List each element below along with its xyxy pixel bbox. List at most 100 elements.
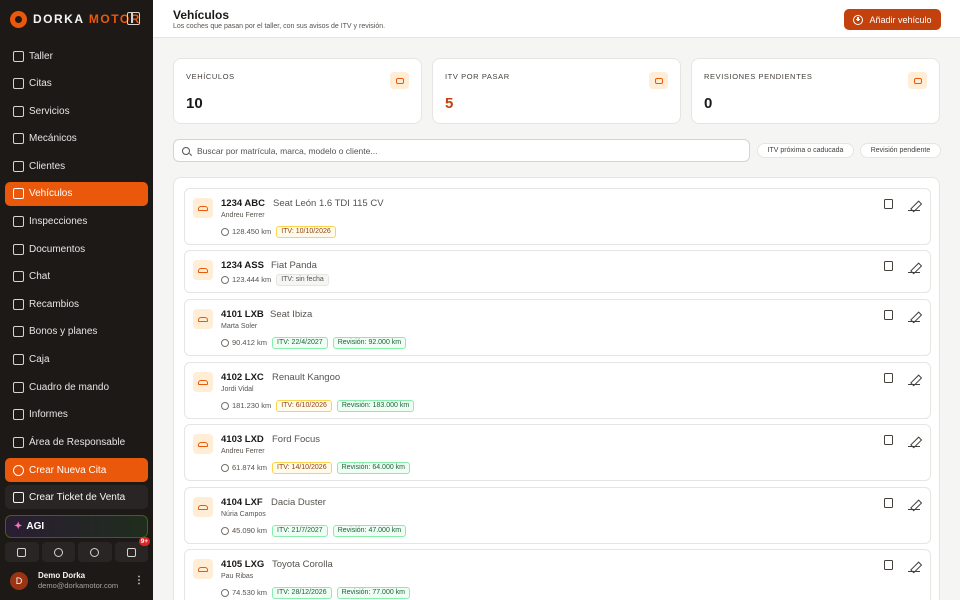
document-edit-icon[interactable] [884, 199, 893, 209]
sparkles-icon: ✦ [14, 521, 23, 532]
document-edit-icon[interactable] [884, 261, 893, 271]
itv-badge: ITV: sin fecha [276, 273, 329, 286]
vehicle-card[interactable]: 1234 ABC Seat León 1.6 TDI 115 CV Andreu F… [184, 188, 931, 245]
document-edit-icon[interactable] [884, 435, 893, 445]
notifications-button[interactable]: 9+ [114, 537, 150, 562]
stat-label: ITV POR PASAR [445, 72, 510, 81]
vehicle-km: 181.230 km [232, 401, 272, 410]
help-button[interactable] [78, 542, 112, 562]
agi-button[interactable]: ✦ AGI [5, 515, 148, 538]
avatar: D [10, 572, 28, 590]
revision-badge: Revisión: 77.000 km [336, 586, 411, 599]
vehicle-owner: Jordi Vidal [221, 386, 254, 393]
sidebar-item[interactable]: Bonos y planes [5, 320, 148, 344]
sidebar-nav: Taller Citas Servicios Mecánicos Clientes Veh… [5, 44, 148, 458]
create-appointment-label: Crear Nueva Cita [29, 464, 107, 476]
clipboard-check-icon [13, 216, 24, 228]
sidebar-item[interactable]: Vehículos [5, 181, 148, 206]
sidebar-item-label: Bonos y planes [29, 326, 98, 338]
sidebar-item[interactable]: Servicios [5, 99, 148, 123]
stat-card-vehicles: VEHÍCULOS 10 [173, 58, 422, 124]
itv-badge: ITV: 6/10/2026 [276, 399, 332, 412]
itv-badge: ITV: 14/10/2026 [272, 461, 332, 474]
sidebar-item[interactable]: Mecánicos [5, 127, 148, 151]
card-button[interactable] [5, 542, 39, 562]
search-input[interactable] [197, 145, 737, 156]
briefcase-icon [13, 436, 24, 448]
pencil-icon[interactable] [908, 199, 920, 211]
itv-badge: ITV: 28/12/2026 [272, 586, 332, 599]
vehicle-card[interactable]: 4104 LXF Dacia Duster Núria Campos 45.090 k… [184, 487, 931, 544]
create-appointment-button[interactable]: Crear Nueva Cita [5, 458, 148, 482]
settings-button[interactable] [41, 542, 75, 562]
pencil-icon[interactable] [908, 498, 920, 510]
brand-name: DORKA MOTOR [33, 12, 141, 26]
gauge-icon [221, 338, 229, 347]
sidebar-item[interactable]: Documentos [5, 237, 148, 261]
sidebar: DORKA MOTOR Taller Citas Servicios Mecánico… [0, 0, 153, 600]
document-edit-icon[interactable] [884, 498, 893, 508]
sidebar-item[interactable]: Citas [5, 72, 148, 96]
sidebar-item[interactable]: Recambios [5, 292, 148, 316]
vehicle-model: Ford Focus [272, 434, 321, 445]
calendar-clock-icon [649, 72, 668, 89]
gauge-icon [221, 463, 229, 472]
search-box[interactable] [173, 139, 750, 162]
itv-badge: ITV: 22/4/2027 [272, 336, 328, 349]
more-vertical-icon[interactable]: ⋮ [134, 575, 144, 586]
sidebar-item[interactable]: Taller [5, 44, 148, 68]
filter-itv-chip[interactable]: ITV próxima o caducada [757, 143, 854, 158]
filter-revision-chip[interactable]: Revisión pendiente [860, 143, 941, 158]
create-ticket-button[interactable]: Crear Ticket de Venta [5, 485, 148, 509]
vehicle-card[interactable]: 4103 LXD Ford Focus Andreu Ferrer 61.874 km… [184, 424, 931, 481]
wrench-icon [13, 105, 24, 117]
brand[interactable]: DORKA MOTOR [10, 10, 141, 28]
sidebar-item-label: Chat [29, 271, 51, 283]
vehicle-km: 128.450 km [232, 227, 272, 236]
add-vehicle-label: Añadir vehículo [869, 14, 932, 25]
pencil-icon[interactable] [908, 435, 920, 447]
page-subtitle: Los coches que pasan por el taller, con … [173, 23, 386, 30]
vehicle-card[interactable]: 4101 LXB Seat Ibiza Marta Soler 90.412 km IT… [184, 299, 931, 356]
vehicle-plate: 4101 LXB [221, 309, 264, 320]
agi-label: AGI [26, 521, 45, 532]
sidebar-item[interactable]: Caja [5, 348, 148, 372]
sidebar-item[interactable]: Inspecciones [5, 210, 148, 234]
notifications-badge: 9+ [138, 537, 150, 546]
user-profile[interactable]: D Demo Dorka demo@dorkamotor.com ⋮ [10, 571, 148, 591]
vehicle-plate: 4105 LXG [221, 559, 265, 570]
sidebar-item-label: Citas [29, 78, 52, 90]
sidebar-item[interactable]: Área de Responsable [5, 430, 148, 454]
pencil-icon[interactable] [908, 310, 920, 322]
search-icon [182, 146, 190, 155]
page-title: Vehículos [173, 8, 230, 22]
document-edit-icon[interactable] [884, 373, 893, 383]
gauge-icon [221, 275, 229, 284]
bell-icon [126, 547, 136, 557]
wrench-icon [908, 72, 927, 89]
sidebar-item[interactable]: Chat [5, 265, 148, 289]
sidebar-item[interactable]: Informes [5, 403, 148, 427]
add-vehicle-button[interactable]: Añadir vehículo [844, 9, 941, 30]
help-circle-icon [90, 547, 100, 557]
vehicle-card[interactable]: 1234 ASS Fiat Panda 123.444 km ITV: sin fec… [184, 250, 931, 293]
vehicle-card[interactable]: 4105 LXG Toyota Corolla Pau Ribas 74.530 km… [184, 549, 931, 600]
vehicle-model: Fiat Panda [271, 260, 317, 271]
note-icon [13, 160, 24, 172]
sidebar-item-label: Área de Responsable [29, 436, 126, 448]
vehicle-meta: 90.412 km ITV: 22/4/2027 Revisión: 92.000 … [221, 336, 411, 349]
vehicle-card[interactable]: 4102 LXC Renault Kangoo Jordi Vidal 181.230… [184, 362, 931, 419]
vehicle-list: 1234 ABC Seat León 1.6 TDI 115 CV Andreu F… [173, 177, 940, 600]
pencil-icon[interactable] [908, 373, 920, 385]
pencil-icon[interactable] [908, 261, 920, 273]
sidebar-item[interactable]: Clientes [5, 154, 148, 178]
vehicle-meta: 128.450 km ITV: 10/10/2026 [221, 225, 341, 238]
document-edit-icon[interactable] [884, 310, 893, 320]
user-name: Demo Dorka [38, 571, 86, 580]
sidebar-toggle-icon[interactable] [127, 12, 140, 25]
vehicle-meta: 74.530 km ITV: 28/12/2026 Revisión: 77.000… [221, 586, 415, 599]
document-edit-icon[interactable] [884, 560, 893, 570]
pencil-icon[interactable] [908, 560, 920, 572]
sidebar-item-label: Documentos [29, 243, 86, 255]
sidebar-item[interactable]: Cuadro de mando [5, 375, 148, 399]
